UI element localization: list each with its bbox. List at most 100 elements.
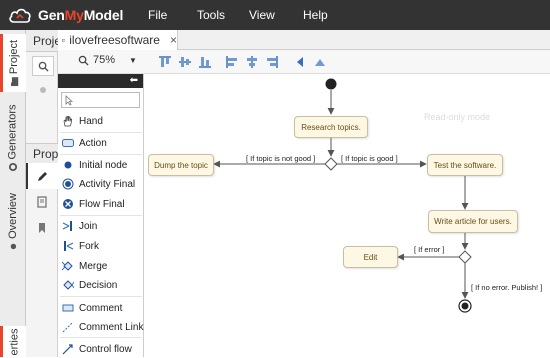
align-middle-icon[interactable] xyxy=(178,55,192,69)
guard-no-error: [ If no error. Publish! ] xyxy=(471,283,543,292)
action-label: Research topics. xyxy=(301,122,361,132)
palette-item-label: Hand xyxy=(79,115,103,127)
flow-final-icon xyxy=(62,198,74,210)
comment-link-icon xyxy=(62,321,74,333)
vtab-generators-label: Generators xyxy=(7,104,19,160)
palette-item-activity-final[interactable]: Activity Final xyxy=(62,175,135,193)
vtab-project-label: Project xyxy=(8,39,21,75)
distribute-horizontal-icon[interactable] xyxy=(293,55,307,69)
gear-icon xyxy=(8,162,18,172)
app-logo[interactable]: GenMyModel xyxy=(8,5,123,25)
palette-item-join[interactable]: Join xyxy=(62,217,97,235)
action-test-software[interactable]: Test the software. xyxy=(427,154,503,176)
bookmark-button[interactable] xyxy=(26,215,58,241)
palette-item-label: Control flow xyxy=(79,343,132,355)
palette-divider xyxy=(60,132,142,133)
distribute-vertical-icon[interactable] xyxy=(313,55,327,69)
palette-item-comment-link[interactable]: Comment Link xyxy=(62,318,143,336)
palette-item-label: Join xyxy=(79,220,98,232)
menu-tools[interactable]: Tools xyxy=(197,0,225,30)
documentation-button[interactable] xyxy=(26,189,58,215)
join-icon xyxy=(62,220,74,232)
align-bottom-icon[interactable] xyxy=(198,55,212,69)
action-edit[interactable]: Edit xyxy=(343,246,398,268)
activity-final-icon xyxy=(62,178,74,190)
palette-item-decision[interactable]: Decision xyxy=(62,276,117,294)
decision-node-topic[interactable] xyxy=(324,157,338,171)
tab-diagram[interactable]: ilovefreesoftware × xyxy=(58,30,178,50)
diagram-canvas[interactable]: Read-only mode Research topics. Dump the… xyxy=(144,74,550,357)
palette-item-label: Comment Link xyxy=(79,321,144,333)
search-icon xyxy=(38,61,49,72)
eye-icon xyxy=(10,243,16,250)
action-dump-topic[interactable]: Dump the topic xyxy=(148,154,214,176)
app-name: GenMyModel xyxy=(38,7,124,23)
vtab-properties[interactable]: erties xyxy=(0,326,26,357)
document-icon xyxy=(37,196,47,208)
fork-icon xyxy=(62,240,74,252)
action-label: Write article for users. xyxy=(434,217,512,226)
decision-node-error[interactable] xyxy=(458,250,472,264)
diagram-toolbar: 75% ▼ xyxy=(58,50,550,74)
align-right-icon[interactable] xyxy=(265,55,279,69)
edit-properties-button[interactable] xyxy=(26,163,58,189)
menu-help[interactable]: Help xyxy=(303,0,328,30)
zoom-select[interactable]: 75% ▼ xyxy=(78,54,137,66)
project-search-button[interactable] xyxy=(32,56,54,76)
palette-divider xyxy=(60,215,142,216)
palette-item-hand[interactable]: Hand xyxy=(62,112,103,130)
pencil-icon xyxy=(38,172,47,181)
zoom-icon xyxy=(78,55,89,66)
action-research-topics[interactable]: Research topics. xyxy=(294,116,368,138)
action-write-article[interactable]: Write article for users. xyxy=(428,210,518,233)
diagram-icon xyxy=(62,38,66,42)
palette-item-label: Activity Final xyxy=(79,178,136,190)
pointer-icon xyxy=(65,94,74,106)
vtab-overview[interactable]: Overview xyxy=(0,184,26,260)
vtab-generators[interactable]: Generators xyxy=(0,96,26,180)
align-center-icon[interactable] xyxy=(245,55,259,69)
palette-item-action[interactable]: Action xyxy=(62,134,107,152)
comment-icon xyxy=(62,302,74,314)
palette-item-label: Fork xyxy=(79,240,99,252)
menu-view[interactable]: View xyxy=(249,0,275,30)
palette-item-merge[interactable]: Merge xyxy=(62,257,107,275)
palette-item-label: Merge xyxy=(79,260,108,272)
palette-divider xyxy=(60,296,142,297)
control-flow-icon xyxy=(62,343,74,355)
left-tab-strip: Project Generators Overview erties xyxy=(0,30,26,357)
palette-pointer-tool[interactable] xyxy=(61,92,140,108)
palette-collapse-button[interactable]: ⬅ xyxy=(58,74,143,88)
project-panel-tab[interactable]: Proje xyxy=(26,30,58,52)
decision-icon xyxy=(62,279,74,291)
close-tab-button[interactable]: × xyxy=(170,33,177,47)
palette-divider xyxy=(60,337,142,338)
top-bar: GenMyModel File Tools View Help xyxy=(0,0,550,30)
palette-item-control-flow[interactable]: Control flow xyxy=(62,340,132,358)
palette-item-label: Initial node xyxy=(79,159,128,171)
vtab-overview-label: Overview xyxy=(7,193,19,239)
initial-node-icon xyxy=(62,159,74,171)
vtab-project[interactable]: Project xyxy=(0,34,26,92)
chevron-down-icon: ▼ xyxy=(129,55,137,65)
cloud-logo-icon xyxy=(9,8,31,23)
guard-topic-not-good: [ If topic is not good ] xyxy=(246,154,316,163)
action-label: Test the software. xyxy=(433,160,497,170)
initial-node[interactable] xyxy=(325,78,337,90)
align-left-icon[interactable] xyxy=(225,55,239,69)
palette-item-fork[interactable]: Fork xyxy=(62,237,99,255)
action-label: Edit xyxy=(363,252,378,262)
editor-tab-bar: ilovefreesoftware × xyxy=(58,30,550,50)
merge-icon xyxy=(62,260,74,272)
menu-file[interactable]: File xyxy=(148,0,167,30)
palette-item-flow-final[interactable]: Flow Final xyxy=(62,195,125,213)
align-top-icon[interactable] xyxy=(158,55,172,69)
activity-final-core xyxy=(461,302,469,310)
properties-panel-tab[interactable]: Prope xyxy=(26,143,58,163)
bookmark-icon xyxy=(39,223,45,233)
guard-topic-good: [ If topic is good ] xyxy=(341,154,398,163)
guard-error: [ If error ] xyxy=(414,245,445,254)
palette-item-comment[interactable]: Comment xyxy=(62,299,122,317)
palette-item-initial-node[interactable]: Initial node xyxy=(62,156,127,174)
tab-diagram-title: ilovefreesoftware xyxy=(69,33,160,47)
